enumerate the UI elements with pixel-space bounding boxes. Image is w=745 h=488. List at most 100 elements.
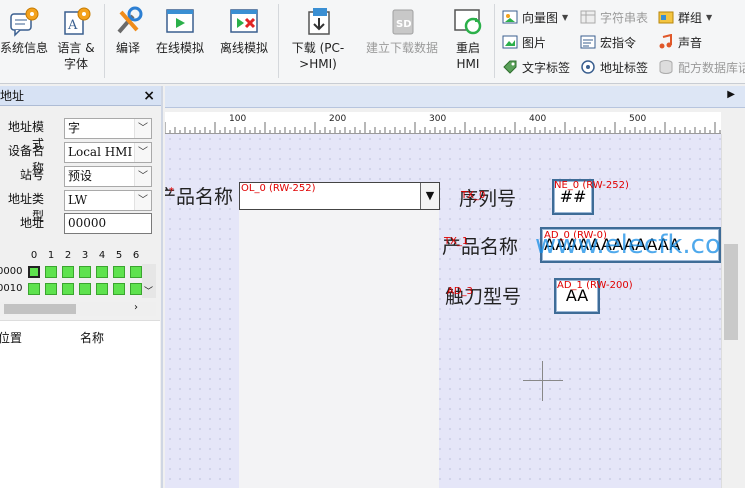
scrollbar-thumb[interactable] <box>724 244 738 340</box>
vector-graphic-icon <box>502 9 518 25</box>
bit-cell[interactable] <box>28 283 40 295</box>
chevron-down-icon: ▼ <box>562 12 569 22</box>
svg-text:A: A <box>67 18 78 33</box>
bit-cell[interactable] <box>62 283 74 295</box>
text-tag-button[interactable]: 文字标签 <box>502 56 570 78</box>
restart-hmi-button[interactable]: 重启 HMI <box>448 4 488 72</box>
object-tag: NE_0 (RW-252) <box>554 180 629 191</box>
bit-cell[interactable] <box>79 266 91 278</box>
scrollbar-thumb[interactable] <box>4 304 76 314</box>
crosshair-cursor <box>542 361 543 401</box>
sound-icon <box>658 33 674 50</box>
bit-header: 1 <box>47 250 55 261</box>
object-tag: TX_0 <box>461 190 486 201</box>
bit-header: 6 <box>132 250 140 261</box>
chevron-down-icon: ﹀ <box>134 167 151 186</box>
download-button[interactable]: 下载 (PC- >HMI) <box>284 4 352 72</box>
bit-grid-scrollbar[interactable]: ﹀ <box>142 264 156 298</box>
canvas-panel <box>239 182 439 488</box>
object-tag: TX_1 <box>444 236 469 247</box>
bit-cell[interactable] <box>130 283 142 295</box>
chevron-down-icon: ▼ <box>706 12 713 22</box>
ruler-label: 100 <box>229 114 247 124</box>
device-name-select[interactable]: Local HMI ﹀ <box>64 142 152 163</box>
station-number-select[interactable]: 预设 ﹀ <box>64 166 152 187</box>
build-download-data-button[interactable]: SD 建立下载数据 <box>362 4 442 56</box>
offline-simulation-button[interactable]: 离线模拟 <box>216 4 272 56</box>
bit-row: 0000 <box>0 264 156 281</box>
list-column-position[interactable]: 位置 <box>0 329 22 346</box>
bit-header: 4 <box>98 250 106 261</box>
ribbon-separator <box>278 4 279 78</box>
chevron-down-icon: ﹀ <box>134 119 151 138</box>
bit-cell[interactable] <box>96 266 108 278</box>
bit-row-address: 0000 <box>0 266 23 277</box>
system-info-button[interactable]: 系统信息 <box>0 4 48 56</box>
recipe-db-icon <box>658 59 674 75</box>
ruler-label: 300 <box>429 114 447 124</box>
bit-cell[interactable] <box>113 266 125 278</box>
vector-graphic-button[interactable]: 向量图 ▼ <box>502 6 568 28</box>
picture-button[interactable]: 图片 <box>502 31 546 53</box>
download-icon <box>301 4 335 38</box>
online-simulation-button[interactable]: 在线模拟 <box>152 4 208 56</box>
picture-icon <box>502 34 518 50</box>
object-tag: AD_1 (RW-200) <box>557 280 633 291</box>
sound-button[interactable]: 声音 <box>658 31 702 53</box>
compile-icon <box>111 4 145 38</box>
address-list <box>0 352 160 488</box>
bit-cell[interactable] <box>79 283 91 295</box>
bit-cell[interactable] <box>28 266 40 278</box>
bit-cell[interactable] <box>130 266 142 278</box>
macro-button[interactable]: 宏指令 <box>580 31 636 53</box>
svg-text:SD: SD <box>396 19 412 30</box>
online-simulation-icon <box>163 4 197 38</box>
ruler-label: 400 <box>529 114 547 124</box>
ribbon-separator <box>494 4 495 78</box>
station-number-label: 站号 <box>19 168 44 182</box>
bit-cell[interactable] <box>62 266 74 278</box>
compile-button[interactable]: 编译 <box>108 4 148 56</box>
chevron-down-icon: ﹀ <box>134 191 151 210</box>
window-tab-strip: ▶ <box>165 86 745 108</box>
ribbon-separator <box>104 4 105 78</box>
chevron-right-icon: › <box>134 302 138 313</box>
group-icon <box>658 9 674 25</box>
offline-simulation-icon <box>227 4 261 38</box>
list-column-name[interactable]: 名称 <box>80 329 104 346</box>
ribbon-toolbar: 系统信息 A 语言 & 字体 编译 在线模拟 离线模拟 下载 (PC- >HMI… <box>0 0 745 84</box>
string-table-icon <box>580 9 596 25</box>
bit-grid-hscrollbar[interactable]: › <box>0 302 156 316</box>
bit-cell[interactable] <box>45 283 57 295</box>
chevron-down-icon: ﹀ <box>134 143 151 162</box>
chevron-down-icon[interactable]: ▼ <box>420 183 439 209</box>
bit-cell[interactable] <box>96 283 108 295</box>
restart-hmi-icon <box>451 4 485 38</box>
design-canvas[interactable]: 产品名称 * OL_0 (RW-252) ▼ 序列号 TX_0 ## NE_0 … <box>165 134 721 488</box>
bit-row: 0010 <box>0 281 156 298</box>
ruler-label: 200 <box>329 114 347 124</box>
address-tag-button[interactable]: 地址标签 <box>580 56 648 78</box>
bit-header: 2 <box>64 250 72 261</box>
address-input[interactable]: 00000 <box>64 213 152 234</box>
object-tag: OL_0 (RW-252) <box>241 183 316 194</box>
address-type-select[interactable]: LW ﹀ <box>64 190 152 211</box>
recipe-db-button[interactable]: 配方数据库话 <box>658 56 745 78</box>
bit-header: 5 <box>115 250 123 261</box>
address-panel-title-bar: 地址 × <box>0 86 161 106</box>
canvas-vertical-scrollbar[interactable] <box>721 134 739 488</box>
language-font-icon: A <box>59 4 93 38</box>
crosshair-cursor <box>523 380 563 381</box>
address-mode-select[interactable]: 字 ﹀ <box>64 118 152 139</box>
chevron-right-icon[interactable]: ▶ <box>727 89 735 100</box>
group-button[interactable]: 群组 ▼ <box>658 6 712 28</box>
string-table-button[interactable]: 字符串表 <box>580 6 648 28</box>
language-font-button[interactable]: A 语言 & 字体 <box>52 4 100 72</box>
product-name-label-left[interactable]: 产品名称 <box>165 182 233 209</box>
object-tag: AD_3 <box>447 286 473 297</box>
bit-cell[interactable] <box>45 266 57 278</box>
close-icon[interactable]: × <box>143 88 155 104</box>
bit-cell[interactable] <box>113 283 125 295</box>
option-list-combo[interactable]: OL_0 (RW-252) ▼ <box>239 182 440 210</box>
horizontal-ruler: 100 200 300 400 500 <box>165 112 721 134</box>
